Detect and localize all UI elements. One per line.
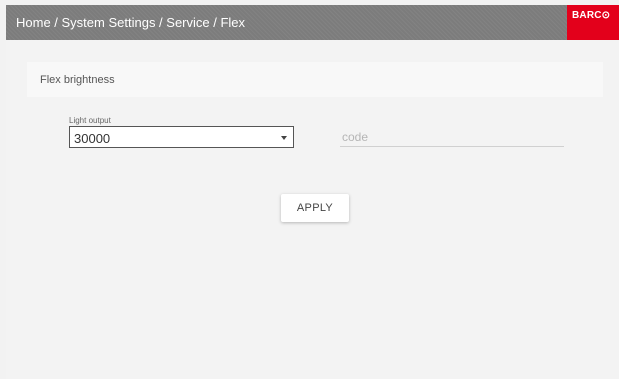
light-output-label: Light output	[69, 116, 111, 125]
main-content: Flex brightness Light output 30000 APPLY	[6, 40, 619, 379]
top-bar: Home / System Settings / Service / Flex …	[6, 5, 619, 40]
code-input[interactable]	[340, 128, 564, 147]
barco-logo: BARC⊙	[567, 5, 619, 40]
breadcrumb: Home / System Settings / Service / Flex	[16, 15, 246, 30]
apply-button[interactable]: APPLY	[281, 194, 349, 222]
section-header: Flex brightness	[27, 62, 603, 97]
logo-text: BARC⊙	[572, 10, 611, 21]
light-output-value: 30000	[74, 131, 111, 146]
section-title: Flex brightness	[40, 74, 115, 86]
chevron-down-icon	[281, 136, 287, 140]
light-output-select[interactable]: 30000	[69, 126, 294, 148]
